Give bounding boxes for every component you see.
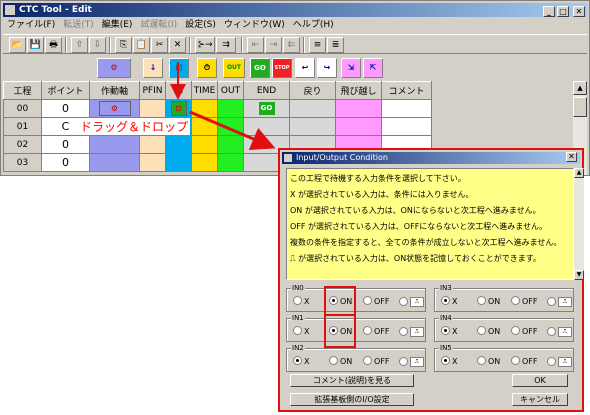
in2-on-option[interactable]: ON xyxy=(329,356,352,367)
radio-icon xyxy=(329,356,338,365)
in5-off-option[interactable]: OFF xyxy=(511,356,538,367)
in4-on-option[interactable]: ON xyxy=(477,326,500,337)
in2-group: IN2 X ON OFF ⎍ xyxy=(286,343,426,372)
radio-icon xyxy=(511,326,520,335)
extension-io-settings-button[interactable]: 拡張基板側のI/O設定 xyxy=(290,393,414,406)
in5-x-option[interactable]: X xyxy=(441,356,457,367)
radio-icon xyxy=(547,296,556,306)
latch-pulse-icon: ⎍ xyxy=(410,357,424,367)
in2-label: IN2 xyxy=(291,343,305,353)
in4-off-option[interactable]: OFF xyxy=(511,326,538,337)
in4-latch-option[interactable]: ⎍ xyxy=(547,326,572,338)
in1-x-option[interactable]: X xyxy=(293,326,309,337)
scroll-up-icon[interactable]: ▲ xyxy=(574,168,584,178)
in5-group: IN5 X ON OFF ⎍ xyxy=(434,343,574,372)
radio-selected-icon xyxy=(441,296,450,305)
radio-icon xyxy=(547,356,556,366)
cancel-button[interactable]: キャンセル xyxy=(512,393,568,406)
radio-icon xyxy=(363,356,372,365)
in0-group: IN0 X ON OFF ⎍ xyxy=(286,283,426,312)
latch-pulse-icon: ⎍ xyxy=(410,297,424,307)
latch-pulse-icon: ⎍ xyxy=(410,327,424,337)
in5-label: IN5 xyxy=(439,343,453,353)
in3-latch-option[interactable]: ⎍ xyxy=(547,296,572,308)
radio-icon xyxy=(399,356,408,366)
radio-selected-icon xyxy=(441,326,450,335)
in5-on-option[interactable]: ON xyxy=(477,356,500,367)
scroll-down-icon[interactable]: ▼ xyxy=(574,270,584,280)
radio-icon xyxy=(477,356,486,365)
in0-off-option[interactable]: OFF xyxy=(363,296,390,307)
view-comment-button[interactable]: コメント(説明)を見る xyxy=(290,374,414,387)
in3-x-option[interactable]: X xyxy=(441,296,457,307)
radio-icon xyxy=(363,326,372,335)
instructions-scrollbar[interactable]: ▲ ▼ xyxy=(574,168,584,280)
in3-label: IN3 xyxy=(439,283,453,293)
radio-icon xyxy=(363,296,372,305)
instructions-text: この工程で待機する入力条件を選択して下さい。 X が選択されている入力は、条件に… xyxy=(286,168,574,280)
dialog-close-button[interactable]: ✕ xyxy=(566,152,577,162)
io-condition-dialog: Input/Output Condition ✕ この工程で待機する入力条件を選… xyxy=(278,148,584,412)
drop-arrow xyxy=(189,110,276,151)
latch-pulse-icon: ⎍ xyxy=(558,327,572,337)
instruction-line: OFF が選択されている入力は、OFFにならないと次工程へ進みません。 xyxy=(290,222,548,231)
radio-icon xyxy=(477,296,486,305)
ok-button[interactable]: OK xyxy=(512,374,568,387)
dialog-title-bar: Input/Output Condition ✕ xyxy=(282,152,580,164)
in1-group: IN1 X ON OFF ⎍ xyxy=(286,313,426,342)
in1-on-highlight xyxy=(324,314,356,348)
instruction-line: この工程で待機する入力条件を選択して下さい。 xyxy=(290,174,466,183)
in3-on-option[interactable]: ON xyxy=(477,296,500,307)
in0-on-highlight xyxy=(324,286,356,316)
radio-selected-icon xyxy=(293,356,302,365)
radio-icon xyxy=(399,326,408,336)
radio-icon xyxy=(293,326,302,335)
radio-selected-icon xyxy=(441,356,450,365)
in2-x-option[interactable]: X xyxy=(293,356,309,367)
instruction-line: 複数の条件を指定すると、全ての条件が成立しないと次工程へ進みません。 xyxy=(290,238,562,247)
drag-drop-label: ドラッグ＆ドロップ xyxy=(78,118,191,135)
radio-icon xyxy=(511,356,520,365)
in1-label: IN1 xyxy=(291,313,305,323)
in1-latch-option[interactable]: ⎍ xyxy=(399,326,424,338)
in3-group: IN3 X ON OFF ⎍ xyxy=(434,283,574,312)
in4-label: IN4 xyxy=(439,313,453,323)
in1-off-option[interactable]: OFF xyxy=(363,326,390,337)
instruction-line: ON が選択されている入力は、ONにならないと次工程へ進みません。 xyxy=(290,206,541,215)
in0-x-option[interactable]: X xyxy=(293,296,309,307)
dialog-title: Input/Output Condition xyxy=(296,153,388,162)
in4-group: IN4 X ON OFF ⎍ xyxy=(434,313,574,342)
in2-off-option[interactable]: OFF xyxy=(363,356,390,367)
dialog-icon xyxy=(284,154,292,162)
radio-icon xyxy=(293,296,302,305)
in0-label: IN0 xyxy=(291,283,305,293)
in3-off-option[interactable]: OFF xyxy=(511,296,538,307)
instruction-line: X が選択されている入力は、条件には入りません。 xyxy=(290,190,474,199)
latch-pulse-icon: ⎍ xyxy=(558,357,572,367)
instruction-line: ⎍ が選択されている入力は、ON状態を記憶しておくことができます。 xyxy=(290,254,541,263)
latch-pulse-icon: ⎍ xyxy=(558,297,572,307)
in5-latch-option[interactable]: ⎍ xyxy=(547,356,572,368)
in2-latch-option[interactable]: ⎍ xyxy=(399,356,424,368)
radio-icon xyxy=(477,326,486,335)
radio-icon xyxy=(511,296,520,305)
radio-icon xyxy=(399,296,408,306)
in0-latch-option[interactable]: ⎍ xyxy=(399,296,424,308)
radio-icon xyxy=(547,326,556,336)
in4-x-option[interactable]: X xyxy=(441,326,457,337)
